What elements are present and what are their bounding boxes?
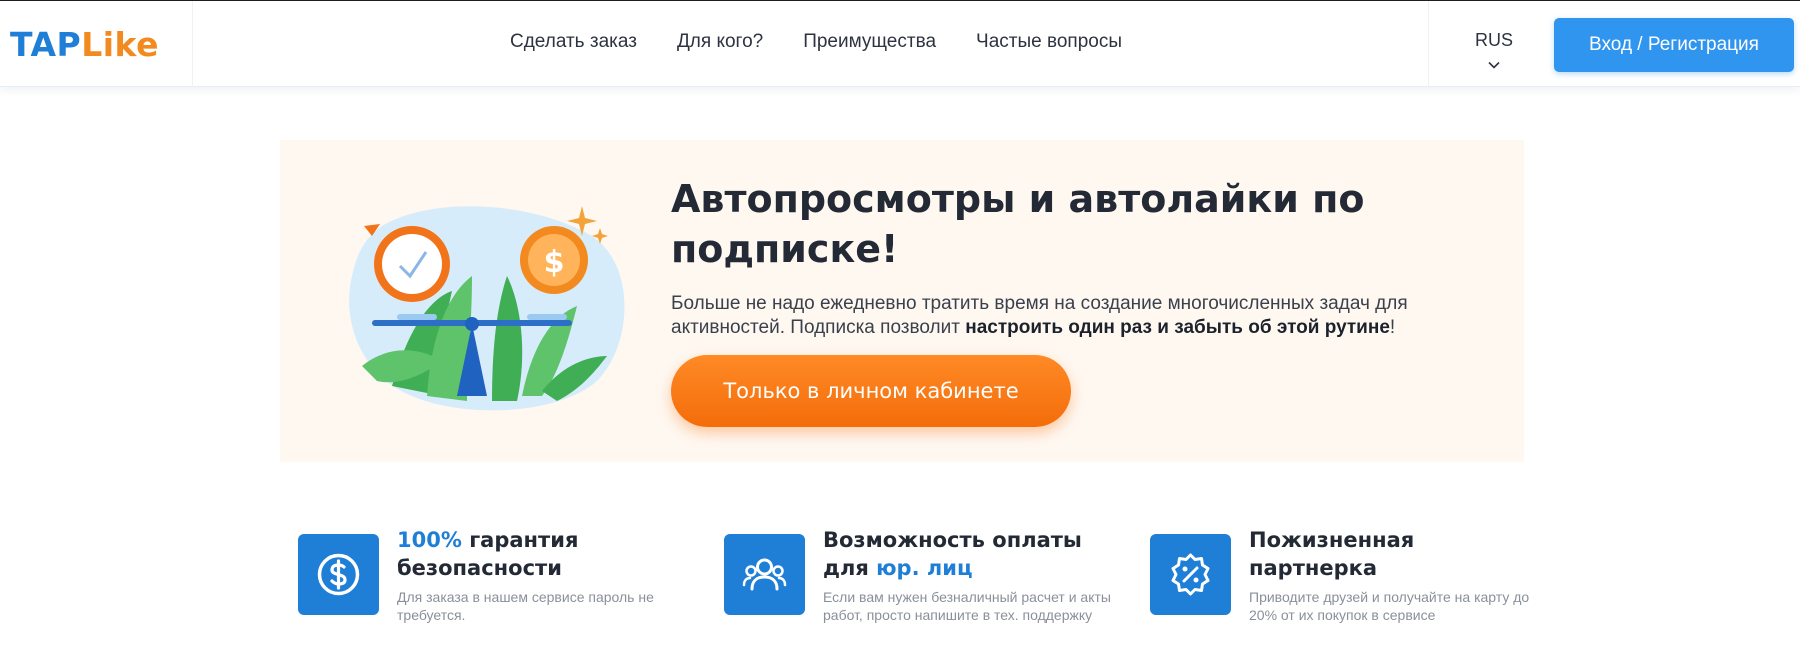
feature-affiliate: Пожизненная партнерка Приводите друзей и… [1150, 526, 1550, 646]
nav-for-whom[interactable]: Для кого? [677, 31, 763, 53]
users-group-icon [724, 534, 805, 615]
clock-and-coin-scales-illustration: $ [349, 206, 625, 411]
feature-title: 100% гарантия безопасности [397, 528, 579, 580]
feature-description: Для заказа в нашем сервисе пароль не тре… [397, 589, 654, 623]
hero-title: Автопросмотры и автолайки по подписке! [671, 177, 1365, 271]
header-divider [1428, 1, 1429, 87]
chevron-down-icon [1488, 61, 1500, 69]
feature-security: 100% гарантия безопасности Для заказа в … [298, 526, 698, 646]
percent-badge-icon [1150, 534, 1231, 615]
language-label: RUS [1474, 30, 1513, 50]
nav-advantages[interactable]: Преимущества [803, 31, 936, 53]
feature-title: Возможность оплаты для юр. лиц [823, 528, 1082, 580]
header-divider [192, 1, 193, 87]
login-register-button[interactable]: Вход / Регистрация [1554, 18, 1794, 72]
feature-legal-payment: Возможность оплаты для юр. лиц Если вам … [724, 526, 1124, 646]
svg-text:$: $ [544, 245, 565, 280]
language-selector[interactable]: RUS [1474, 30, 1514, 71]
feature-description: Если вам нужен безналичный расчет и акты… [823, 589, 1111, 623]
hero-banner: $ Автопросмотры и автолайки по подписке!… [280, 140, 1524, 462]
feature-description: Приводите друзей и получайте на карту до… [1249, 589, 1530, 623]
main-nav: Сделать заказ Для кого? Преимущества Час… [510, 31, 1122, 53]
personal-account-button[interactable]: Только в личном кабинете [671, 355, 1071, 427]
site-header: TAPLike Сделать заказ Для кого? Преимуще… [0, 1, 1800, 87]
hero-description-highlight: настроить один раз и забыть об этой рути… [965, 317, 1390, 338]
nav-make-order[interactable]: Сделать заказ [510, 31, 637, 53]
feature-title: Пожизненная партнерка [1249, 528, 1415, 580]
hero-description: Больше не надо ежедневно тратить время н… [671, 293, 1408, 338]
taplike-logo[interactable]: TAPLike [10, 25, 159, 64]
dollar-coin-icon [298, 534, 379, 615]
nav-faq[interactable]: Частые вопросы [976, 31, 1122, 53]
